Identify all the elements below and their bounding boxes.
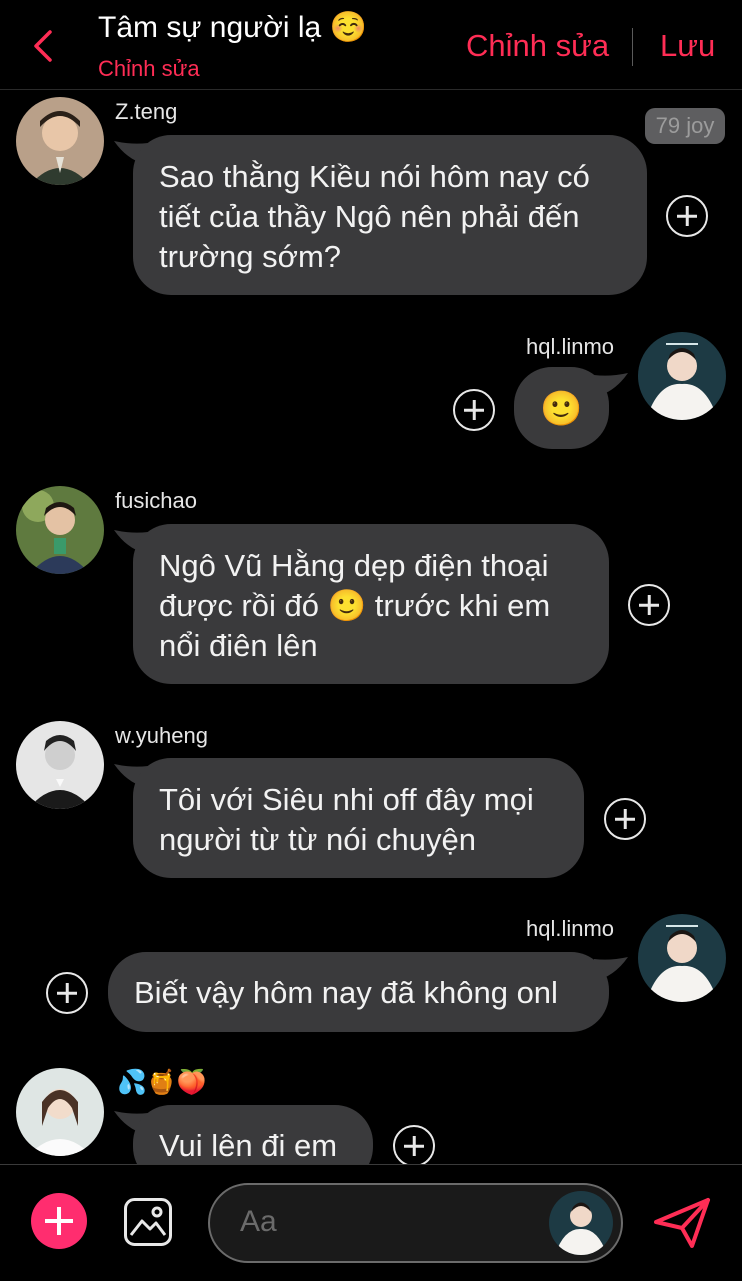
save-button[interactable]: Lưu bbox=[660, 28, 715, 64]
header-divider bbox=[632, 28, 633, 66]
input-avatar[interactable] bbox=[549, 1191, 613, 1255]
message-input-placeholder: Aa bbox=[240, 1205, 277, 1238]
message-bubble[interactable]: Ngô Vũ Hằng dẹp điện thoại được rồi đó 🙂… bbox=[133, 524, 609, 684]
send-icon[interactable] bbox=[652, 1196, 712, 1250]
chat-title: Tâm sự người lạ ☺️ bbox=[98, 11, 367, 44]
react-plus-icon[interactable] bbox=[393, 1125, 435, 1164]
avatar[interactable] bbox=[16, 97, 104, 185]
message-username: Z.teng bbox=[115, 99, 178, 124]
react-plus-icon[interactable] bbox=[604, 798, 646, 840]
message-bubble[interactable]: Biết vậy hôm nay đã không onl bbox=[108, 952, 609, 1032]
avatar[interactable] bbox=[638, 332, 726, 420]
message-username: w.yuheng bbox=[115, 723, 208, 748]
avatar[interactable] bbox=[16, 721, 104, 809]
message-bubble[interactable]: Vui lên đi em bbox=[133, 1105, 373, 1164]
message-bubble[interactable]: 🙂 bbox=[514, 367, 609, 449]
add-plus-icon[interactable] bbox=[31, 1193, 87, 1249]
chat-list[interactable]: Z.teng 79 joy Sao thằng Kiều nói hôm nay… bbox=[0, 91, 742, 1164]
avatar[interactable] bbox=[16, 486, 104, 574]
gallery-image-icon[interactable] bbox=[123, 1197, 173, 1247]
chat-subtitle: Chỉnh sửa bbox=[98, 56, 200, 81]
message-bubble[interactable]: Tôi với Siêu nhi off đây mọi người từ từ… bbox=[133, 758, 584, 878]
react-plus-icon[interactable] bbox=[46, 972, 88, 1014]
message-username: fusichao bbox=[115, 488, 197, 513]
message-username: 💦🍯🍑 bbox=[117, 1069, 207, 1096]
react-plus-icon[interactable] bbox=[628, 584, 670, 626]
edit-button[interactable]: Chỉnh sửa bbox=[466, 28, 609, 64]
react-plus-icon[interactable] bbox=[666, 195, 708, 237]
react-plus-icon[interactable] bbox=[453, 389, 495, 431]
avatar[interactable] bbox=[638, 914, 726, 1002]
message-username: hql.linmo bbox=[526, 334, 615, 359]
chat-header: Tâm sự người lạ ☺️ Chỉnh sửa Chỉnh sửa L… bbox=[0, 0, 742, 90]
joy-badge: 79 joy bbox=[645, 108, 725, 144]
back-chevron-icon[interactable] bbox=[26, 24, 66, 68]
message-bubble[interactable]: Sao thằng Kiều nói hôm nay có tiết của t… bbox=[133, 135, 647, 295]
message-input[interactable]: Aa bbox=[208, 1183, 623, 1263]
avatar[interactable] bbox=[16, 1068, 104, 1156]
message-username: hql.linmo bbox=[526, 916, 615, 941]
